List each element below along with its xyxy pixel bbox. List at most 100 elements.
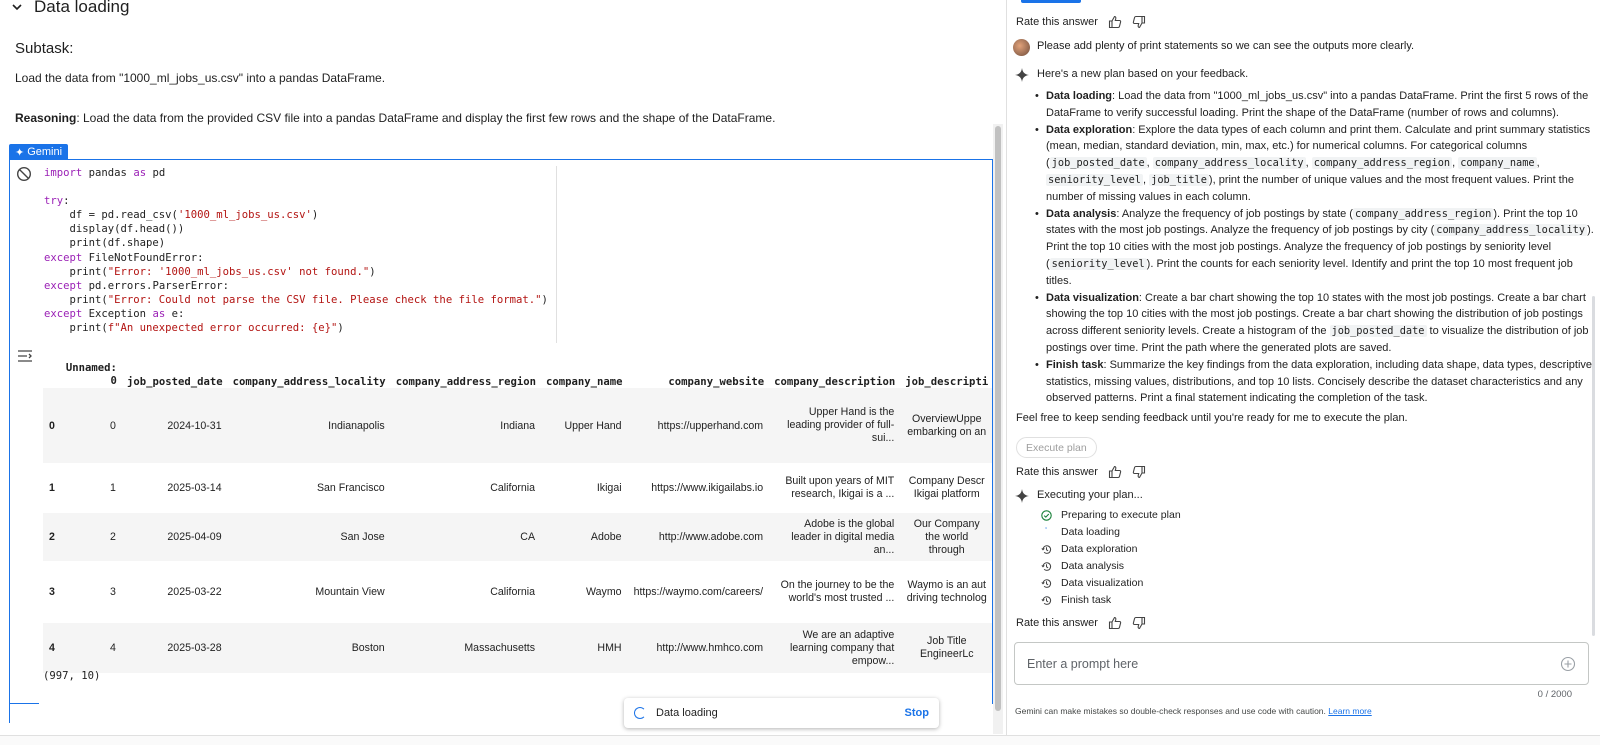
gemini-sparkle-icon <box>1015 489 1029 503</box>
table-cell: California <box>490 586 536 598</box>
list-item: Finish task: Summarize the key findings … <box>1035 357 1596 407</box>
thumbs-up-icon[interactable] <box>1108 465 1122 479</box>
table-header: company_name <box>546 376 623 388</box>
thumbs-down-icon[interactable] <box>1132 616 1146 630</box>
table-cell: 4 <box>43 623 61 673</box>
output-area: Unnamed: 0 job_posted_date company_addre… <box>0 0 992 735</box>
gemini-sparkle-icon <box>1015 68 1029 82</box>
step-running: Data loading <box>1041 526 1120 538</box>
table-header: job_descripti <box>905 376 989 388</box>
spinner-icon <box>634 707 646 719</box>
add-icon[interactable] <box>1560 656 1576 672</box>
bottom-bar <box>0 735 1600 745</box>
user-avatar <box>1013 39 1030 56</box>
step-pending: Finish task <box>1041 594 1111 606</box>
table-cell: CA <box>390 513 542 561</box>
history-icon <box>1041 578 1052 588</box>
table-cell: 2024-10-31 <box>121 388 228 463</box>
table-cell: 4 <box>60 623 122 673</box>
table-cell: 2025-03-14 <box>167 482 222 494</box>
table-cell: https://www.ikigailabs.io <box>651 482 764 494</box>
table-cell: https://upperhand.com <box>627 388 770 463</box>
table-cell: 2025-03-22 <box>167 586 222 598</box>
plan-intro: Here's a new plan based on your feedback… <box>1037 68 1249 80</box>
table-cell: 3 <box>110 586 116 598</box>
gemini-panel: Rate this answer Please add plenty of pr… <box>1006 0 1600 735</box>
table-row: 1 1 2025-03-14 San Francisco California Ikiga… <box>43 463 992 513</box>
table-cell: Our Company the world through <box>900 513 992 561</box>
shape-output: (997, 10) <box>43 670 101 682</box>
table-cell: Waymo <box>586 586 622 598</box>
execute-plan-button[interactable]: Execute plan <box>1016 437 1097 458</box>
notebook-area: Data loading Subtask: Load the data from… <box>0 0 1004 735</box>
prompt-input[interactable]: Enter a prompt here <box>1014 642 1589 685</box>
table-cell: San Francisco <box>316 482 385 494</box>
table-cell: Upper Hand <box>541 388 628 463</box>
table-row: 2 2 2025-04-09 San Jose CA Adobe http://www.ad… <box>43 513 992 561</box>
table-cell: 2025-03-28 <box>121 623 228 673</box>
stop-button[interactable]: Stop <box>905 707 929 719</box>
table-cell: 2 <box>43 513 61 561</box>
table-cell: Massachusetts <box>390 623 542 673</box>
list-item: Data analysis: Analyze the frequency of … <box>1035 206 1596 290</box>
table-cell: http://www.hmhco.com <box>627 623 770 673</box>
scrollbar[interactable] <box>1592 296 1595 636</box>
history-icon <box>1041 544 1052 554</box>
toast-text: Data loading <box>656 707 718 719</box>
list-item: Data exploration: Explore the data types… <box>1035 122 1596 206</box>
table-cell: 2025-04-09 <box>121 513 228 561</box>
scrollbar-thumb[interactable] <box>995 126 1001 711</box>
table-header: company_address_region <box>395 376 537 388</box>
table-cell: Boston <box>227 623 391 673</box>
table-cell: San Jose <box>227 513 391 561</box>
rate-label: Rate this answer <box>1016 16 1098 28</box>
user-message: Please add plenty of print statements so… <box>1037 40 1415 52</box>
thumbs-up-icon[interactable] <box>1108 616 1122 630</box>
table-cell: 2 <box>60 513 122 561</box>
table-cell: On the journey to be the world's most tr… <box>780 579 895 604</box>
feedback-text: Feel free to keep sending feedback until… <box>1016 412 1408 424</box>
history-icon <box>1041 595 1052 605</box>
thumbs-down-icon[interactable] <box>1132 465 1146 479</box>
list-item: Data visualization: Create a bar chart s… <box>1035 290 1596 357</box>
prompt-placeholder: Enter a prompt here <box>1027 656 1139 671</box>
table-cell: http://www.adobe.com <box>627 513 770 561</box>
step-pending: Data analysis <box>1041 560 1124 572</box>
table-cell: Indiana <box>390 388 542 463</box>
history-icon <box>1041 561 1052 571</box>
table-cell: Built upon years of MIT research, Ikigai… <box>785 475 895 500</box>
disclaimer: Gemini can make mistakes so double-check… <box>1015 706 1372 716</box>
executing-text: Executing your plan... <box>1037 489 1143 501</box>
table-header: company_description <box>774 376 896 388</box>
list-item: Data loading: Load the data from "1000_m… <box>1035 88 1596 122</box>
dataframe-table: Unnamed: 0 job_posted_date company_addre… <box>43 352 992 673</box>
table-row: 0 0 2024-10-31 Indianapolis Indiana Upper Han… <box>43 388 992 463</box>
execution-toast: Data loading Stop <box>624 698 939 728</box>
table-cell: OverviewUppe embarking on an <box>900 388 992 463</box>
rate-answer-row: Rate this answer <box>1016 15 1146 29</box>
rate-answer-row: Rate this answer <box>1016 616 1146 630</box>
character-counter: 0 / 2000 <box>1537 689 1572 700</box>
thumbs-down-icon[interactable] <box>1132 15 1146 29</box>
table-cell: 1 <box>110 482 116 494</box>
spinner-icon <box>1045 526 1047 529</box>
thumbs-up-icon[interactable] <box>1108 15 1122 29</box>
table-header: company_address_locality <box>232 376 386 388</box>
table-cell: 0 <box>43 388 61 463</box>
table-cell: Job Title EngineerLc <box>900 623 992 673</box>
table-cell: Upper Hand is the leading provider of fu… <box>769 388 901 463</box>
rate-label: Rate this answer <box>1016 466 1098 478</box>
table-cell: Indianapolis <box>227 388 391 463</box>
table-cell: 3 <box>49 586 55 598</box>
table-cell: 1 <box>49 482 55 494</box>
table-row: 3 3 2025-03-22 Mountain View California Waymo… <box>43 561 992 623</box>
table-cell: Company Descr Ikigai platform <box>908 475 985 500</box>
learn-more-link[interactable]: Learn more <box>1328 706 1371 716</box>
step-pending: Data visualization <box>1041 577 1143 589</box>
table-cell: HMH <box>541 623 628 673</box>
table-cell: Waymo is an aut driving technolog <box>906 579 987 604</box>
table-header: Unnamed: 0 <box>65 362 117 387</box>
table-cell: We are an adaptive learning company that… <box>769 623 901 673</box>
table-header: company_website <box>668 376 765 388</box>
step-complete: Preparing to execute plan <box>1041 509 1181 521</box>
